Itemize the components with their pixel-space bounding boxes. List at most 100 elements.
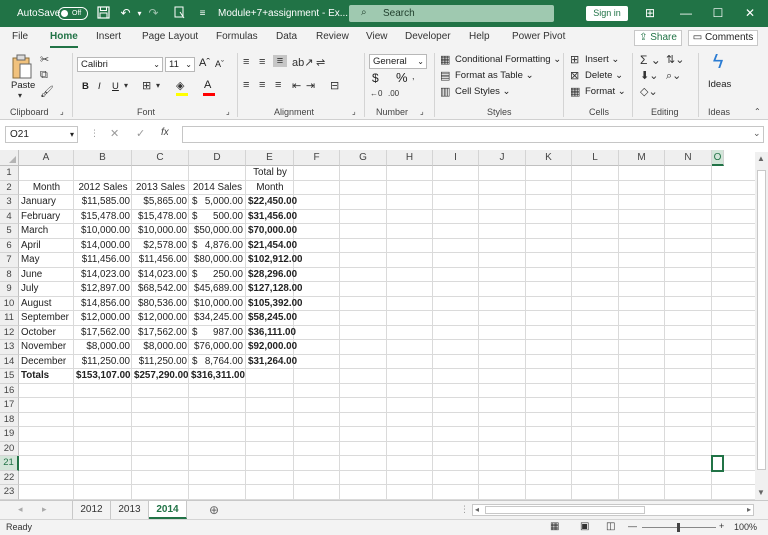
active-cell[interactable] bbox=[711, 455, 724, 472]
sheet-tab-2012[interactable]: 2012 bbox=[72, 501, 111, 519]
indent-increase-icon[interactable]: ⇥ bbox=[306, 79, 315, 92]
sales-2013-cell[interactable]: $5,865.00 bbox=[132, 195, 189, 210]
tab-data[interactable]: Data bbox=[276, 31, 297, 42]
row-header-18[interactable]: 18 bbox=[0, 412, 19, 427]
new-sheet-icon[interactable]: ⊕ bbox=[209, 503, 219, 517]
cell-styles-icon[interactable]: ▥ bbox=[440, 85, 450, 98]
delete-cells-icon[interactable]: ⊠ bbox=[570, 69, 579, 82]
month-cell[interactable]: July bbox=[19, 282, 74, 297]
total-by-month-cell[interactable]: $70,000.00 bbox=[246, 224, 297, 239]
sales-2013-cell[interactable]: $11,250.00 bbox=[132, 355, 189, 370]
sales-2014-cell[interactable]: $250.00 bbox=[189, 268, 246, 283]
zoom-in-icon[interactable]: + bbox=[719, 521, 724, 531]
align-top-icon[interactable]: ≡ bbox=[243, 56, 249, 68]
scroll-thumb[interactable] bbox=[757, 170, 766, 470]
sales-2013-cell[interactable]: $17,562.00 bbox=[132, 326, 189, 341]
sort-filter-icon[interactable]: ⇅⌄ bbox=[666, 53, 684, 66]
tab-help[interactable]: Help bbox=[469, 31, 490, 42]
orientation-icon[interactable]: ab↗ bbox=[292, 56, 313, 69]
total-by-month-cell[interactable]: $22,450.00 bbox=[246, 195, 297, 210]
page-layout-view-icon[interactable]: ▣ bbox=[580, 521, 589, 532]
scroll-left-icon[interactable]: ◂ bbox=[475, 505, 479, 514]
horizontal-scroll-thumb[interactable] bbox=[485, 506, 645, 514]
paste-label[interactable]: Paste bbox=[11, 80, 35, 91]
search-box[interactable]: ⌕ Search bbox=[349, 5, 554, 22]
sales-2012-cell[interactable]: $12,000.00 bbox=[74, 311, 132, 326]
month-cell[interactable]: February bbox=[19, 210, 74, 225]
conditional-formatting-button[interactable]: Conditional Formatting ⌄ bbox=[455, 54, 561, 65]
clear-icon[interactable]: ◇⌄ bbox=[640, 85, 658, 98]
undo-dropdown-icon[interactable]: ▾ bbox=[132, 6, 147, 21]
find-select-icon[interactable]: ⌕⌄ bbox=[666, 69, 681, 83]
sign-in-button[interactable]: Sign in bbox=[586, 6, 628, 21]
month-cell[interactable]: October bbox=[19, 326, 74, 341]
ribbon-display-icon[interactable]: ⊞ bbox=[632, 0, 668, 27]
total-by-month-cell[interactable]: $31,456.00 bbox=[246, 210, 297, 225]
total-2012-cell[interactable]: $153,107.00 bbox=[74, 369, 132, 384]
month-cell[interactable]: November bbox=[19, 340, 74, 355]
column-header-j[interactable]: J bbox=[479, 150, 526, 166]
row-header-5[interactable]: 5 bbox=[0, 224, 19, 239]
row-header-23[interactable]: 23 bbox=[0, 485, 19, 500]
name-box[interactable]: O21 ▾ bbox=[5, 126, 78, 143]
format-painter-icon[interactable]: 🖌 bbox=[40, 85, 54, 98]
number-format-box[interactable]: General ⌄ bbox=[369, 54, 427, 69]
sales-2012-cell[interactable]: $11,456.00 bbox=[74, 253, 132, 268]
sales-2013-cell[interactable]: $80,536.00 bbox=[132, 297, 189, 312]
sales-2014-cell[interactable]: $76,000.00 bbox=[189, 340, 246, 355]
total-by-month-cell[interactable]: $36,111.00 bbox=[246, 326, 296, 341]
row-header-9[interactable]: 9 bbox=[0, 282, 19, 297]
align-right-icon[interactable]: ≡ bbox=[275, 79, 281, 91]
ideas-icon[interactable]: ϟ bbox=[706, 51, 730, 74]
row-header-19[interactable]: 19 bbox=[0, 427, 19, 442]
sales-2012-cell[interactable]: $17,562.00 bbox=[74, 326, 132, 341]
sales-2012-cell[interactable]: $15,478.00 bbox=[74, 210, 132, 225]
shrink-font-button[interactable]: Aˇ bbox=[215, 59, 224, 69]
month-cell[interactable]: September bbox=[19, 311, 74, 326]
sales-2013-cell[interactable]: $14,023.00 bbox=[132, 268, 189, 283]
sales-2013-cell[interactable]: $8,000.00 bbox=[132, 340, 189, 355]
tab-page-layout[interactable]: Page Layout bbox=[142, 31, 198, 42]
column-header-h[interactable]: H bbox=[387, 150, 433, 166]
align-center-icon[interactable]: ≡ bbox=[259, 79, 265, 91]
fill-color-icon[interactable]: ◈ bbox=[176, 79, 184, 92]
collapse-ribbon-icon[interactable]: ⌃ bbox=[754, 107, 761, 116]
vertical-scrollbar[interactable]: ▲ ▼ bbox=[755, 152, 768, 500]
row-header-12[interactable]: 12 bbox=[0, 325, 19, 340]
sales-2012-cell[interactable]: $14,000.00 bbox=[74, 239, 132, 254]
underline-dropdown-icon[interactable]: ▾ bbox=[124, 81, 128, 90]
minimize-button[interactable]: — bbox=[668, 0, 704, 27]
tab-home[interactable]: Home bbox=[50, 31, 78, 48]
sales-2014-cell[interactable]: $8,764.00 bbox=[189, 355, 246, 370]
decrease-decimal-icon[interactable]: .00 bbox=[388, 89, 399, 98]
column-header-d[interactable]: D bbox=[189, 150, 246, 166]
cut-icon[interactable]: ✂ bbox=[40, 53, 49, 66]
total-by-month-cell[interactable]: $31,264.00 bbox=[246, 355, 297, 370]
sales-2014-cell[interactable]: $80,000.00 bbox=[189, 253, 246, 268]
row-header-4[interactable]: 4 bbox=[0, 209, 19, 224]
total-by-month-cell[interactable]: $21,454.00 bbox=[246, 239, 297, 254]
sales-2013-cell[interactable]: $68,542.00 bbox=[132, 282, 189, 297]
total-2014-cell[interactable]: $316,311.00 bbox=[189, 369, 246, 384]
month-cell[interactable]: June bbox=[19, 268, 74, 283]
column-header-l[interactable]: L bbox=[572, 150, 619, 166]
column-header-m[interactable]: M bbox=[619, 150, 665, 166]
header-total-by[interactable]: Total by bbox=[246, 166, 294, 181]
paste-dropdown-icon[interactable]: ▾ bbox=[18, 91, 22, 100]
close-button[interactable]: ✕ bbox=[732, 0, 768, 27]
expand-formula-icon[interactable]: ⌄ bbox=[753, 128, 761, 139]
next-sheet-icon[interactable]: ▸ bbox=[42, 504, 47, 515]
row-header-22[interactable]: 22 bbox=[0, 470, 19, 485]
column-header-o[interactable]: O bbox=[712, 150, 724, 166]
sales-2013-cell[interactable]: $2,578.00 bbox=[132, 239, 189, 254]
fill-icon[interactable]: ⬇⌄ bbox=[640, 69, 658, 82]
sales-2014-cell[interactable]: $10,000.00 bbox=[189, 297, 246, 312]
borders-dropdown-icon[interactable]: ▾ bbox=[156, 81, 160, 90]
sales-2014-cell[interactable]: $4,876.00 bbox=[189, 239, 246, 254]
row-header-15[interactable]: 15 bbox=[0, 369, 19, 384]
zoom-level[interactable]: 100% bbox=[734, 522, 757, 532]
month-cell[interactable]: January bbox=[19, 195, 74, 210]
conditional-formatting-icon[interactable]: ▦ bbox=[440, 53, 450, 66]
comments-button[interactable]: ▭ Comments bbox=[688, 30, 758, 46]
formula-input[interactable] bbox=[182, 126, 764, 143]
